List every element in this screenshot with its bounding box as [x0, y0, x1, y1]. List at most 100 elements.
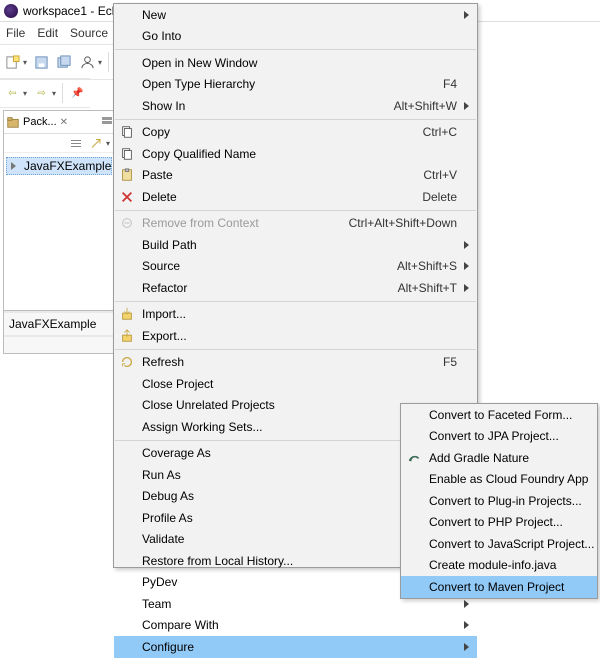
link-icon[interactable] — [90, 137, 102, 149]
dropdown-icon[interactable]: ▾ — [23, 89, 27, 98]
menu-item-label: Show In — [142, 99, 394, 113]
footer-empty — [4, 335, 114, 353]
menu-item-label: Build Path — [142, 238, 457, 252]
dropdown-icon[interactable]: ▾ — [98, 58, 102, 67]
menu-item-label: Export... — [142, 329, 457, 343]
menu-item-cloud-foundry[interactable]: Enable as Cloud Foundry App — [401, 469, 597, 491]
menu-item-label: Enable as Cloud Foundry App — [429, 472, 588, 486]
collapse-icon[interactable] — [70, 137, 82, 149]
menu-item-shortcut: Alt+Shift+S — [397, 259, 457, 273]
menu-item-open-new-window[interactable]: Open in New Window — [114, 52, 477, 74]
menu-item-source[interactable]: SourceAlt+Shift+S — [114, 256, 477, 278]
menu-item-shortcut: Delete — [422, 190, 457, 204]
menu-item-label: Convert to PHP Project... — [429, 515, 577, 529]
menu-item-paste[interactable]: PasteCtrl+V — [114, 165, 477, 187]
dropdown-icon[interactable]: ▾ — [52, 89, 56, 98]
toolbar-row2: ⇦▾ ⇨▾ 📌 — [0, 78, 90, 108]
dropdown-icon[interactable]: ▾ — [23, 58, 27, 67]
menu-item-show-in[interactable]: Show InAlt+Shift+W — [114, 95, 477, 117]
save-icon[interactable] — [33, 54, 50, 71]
save-all-icon[interactable] — [56, 54, 73, 71]
menu-item-label: Convert to JPA Project... — [429, 429, 577, 443]
menu-item-label: Refresh — [142, 355, 443, 369]
menu-item-label: Close Project — [142, 377, 457, 391]
project-name: JavaFXExample — [24, 159, 111, 173]
menu-separator — [115, 49, 476, 50]
menu-item-label: Refactor — [142, 281, 398, 295]
menu-item-new[interactable]: New — [114, 4, 477, 26]
tab-package-explorer[interactable]: Pack... ✕ — [6, 115, 68, 129]
export-icon — [119, 328, 135, 344]
menu-item-delete[interactable]: DeleteDelete — [114, 186, 477, 208]
menu-item-import[interactable]: Import... — [114, 304, 477, 326]
expand-icon[interactable] — [11, 162, 16, 170]
menu-item-label: Copy — [142, 125, 423, 139]
menu-separator — [115, 349, 476, 350]
menu-item-shortcut: Ctrl+C — [423, 125, 457, 139]
tab-extra-icon: ✕ — [60, 117, 68, 128]
menu-item-label: Copy Qualified Name — [142, 147, 457, 161]
menu-item-label: Import... — [142, 307, 457, 321]
menu-source[interactable]: Source — [70, 24, 108, 42]
menu-item-jpa[interactable]: Convert to JPA Project... — [401, 426, 597, 448]
menu-item-shortcut: F5 — [443, 355, 457, 369]
panel-menu-icon[interactable] — [102, 117, 112, 127]
menu-item-go-into[interactable]: Go Into — [114, 26, 477, 48]
import-icon — [119, 306, 135, 322]
menu-item-shortcut: Ctrl+Alt+Shift+Down — [349, 216, 457, 230]
menu-item-module-info[interactable]: Create module-info.java — [401, 555, 597, 577]
menu-item-label: Convert to Faceted Form... — [429, 408, 577, 422]
menu-item-shortcut: Alt+Shift+T — [398, 281, 457, 295]
menu-item-refactor[interactable]: RefactorAlt+Shift+T — [114, 277, 477, 299]
menu-item-plugin[interactable]: Convert to Plug-in Projects... — [401, 490, 597, 512]
window-title: workspace1 - Eclip — [23, 4, 124, 18]
menu-item-compare-with[interactable]: Compare With — [114, 615, 477, 637]
menu-item-shortcut: Alt+Shift+W — [394, 99, 457, 113]
menu-item-shortcut: Ctrl+V — [423, 168, 457, 182]
project-tree[interactable]: J JavaFXExample — [4, 153, 114, 315]
configure-submenu[interactable]: Convert to Faceted Form... Convert to JPA… — [400, 403, 598, 599]
menu-item-label: Convert to Maven Project — [429, 580, 577, 594]
menu-item-label: Configure — [142, 640, 457, 654]
menu-edit[interactable]: Edit — [37, 24, 58, 42]
menu-separator — [115, 301, 476, 302]
person-icon[interactable] — [79, 54, 96, 71]
dropdown-icon[interactable]: ▾ — [106, 139, 110, 148]
menu-item-copy-qname[interactable]: Copy Qualified Name — [114, 143, 477, 165]
panel-toolbar: ▾ — [4, 134, 114, 153]
menu-separator — [115, 210, 476, 211]
menu-item-close-project[interactable]: Close Project — [114, 373, 477, 395]
back-icon[interactable]: ⇦ — [4, 85, 21, 102]
menu-item-js[interactable]: Convert to JavaScript Project... — [401, 533, 597, 555]
panel-tabs: Pack... ✕ — [4, 111, 114, 134]
menu-separator — [115, 119, 476, 120]
toolbar: ▾ ▾ — [0, 44, 113, 80]
menu-item-label: Convert to JavaScript Project... — [429, 537, 594, 551]
menu-item-label: Go Into — [142, 29, 457, 43]
menu-item-configure[interactable]: Configure — [114, 636, 477, 658]
tree-project-row[interactable]: J JavaFXExample — [6, 157, 112, 175]
menu-item-php[interactable]: Convert to PHP Project... — [401, 512, 597, 534]
forward-icon[interactable]: ⇨ — [33, 85, 50, 102]
menu-item-label: Convert to Plug-in Projects... — [429, 494, 582, 508]
menu-item-shortcut: F4 — [443, 77, 457, 91]
package-icon — [6, 115, 20, 129]
menu-item-export[interactable]: Export... — [114, 325, 477, 347]
menu-item-label: Remove from Context — [142, 216, 349, 230]
menu-item-open-type-hierarchy[interactable]: Open Type HierarchyF4 — [114, 74, 477, 96]
separator — [62, 83, 63, 103]
menu-item-label: Source — [142, 259, 397, 273]
menu-item-refresh[interactable]: RefreshF5 — [114, 352, 477, 374]
menu-item-copy[interactable]: CopyCtrl+C — [114, 122, 477, 144]
menu-item-label: Create module-info.java — [429, 558, 577, 572]
new-icon[interactable] — [4, 54, 21, 71]
menu-item-label: Add Gradle Nature — [429, 451, 577, 465]
pin-icon[interactable]: 📌 — [69, 85, 86, 102]
menu-item-label: Open in New Window — [142, 56, 457, 70]
menu-item-label: Delete — [142, 190, 422, 204]
menu-item-facet[interactable]: Convert to Faceted Form... — [401, 404, 597, 426]
menu-file[interactable]: File — [6, 24, 25, 42]
menu-item-maven[interactable]: Convert to Maven Project — [401, 576, 597, 598]
menu-item-build-path[interactable]: Build Path — [114, 234, 477, 256]
menu-item-gradle[interactable]: Add Gradle Nature — [401, 447, 597, 469]
